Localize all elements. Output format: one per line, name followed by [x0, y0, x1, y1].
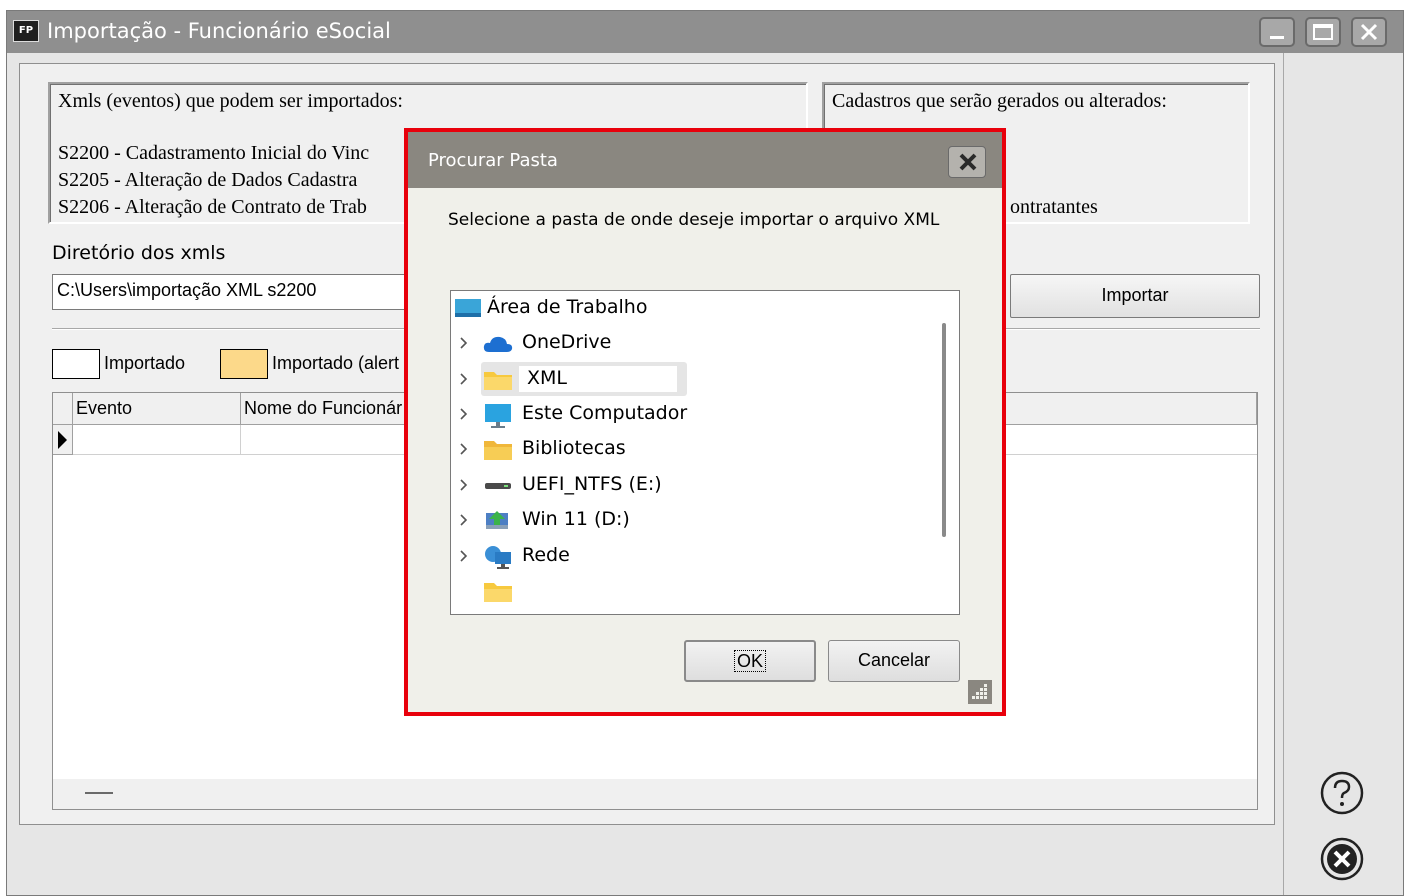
cancel-button[interactable]: Cancelar [828, 640, 960, 682]
title-bar[interactable]: FP Importação - Funcionário eSocial [7, 11, 1403, 53]
chevron-right-icon[interactable] [457, 397, 471, 431]
directory-label: Diretório dos xmls [52, 242, 226, 264]
legend-swatch-imported [52, 349, 100, 379]
row-indicator [53, 425, 73, 455]
resize-grip-icon[interactable] [968, 680, 992, 704]
disk-icon [486, 511, 508, 529]
tree-item-win11-drive[interactable]: Win 11 (D:) [451, 503, 931, 537]
legend-imported-label: Importado [104, 353, 186, 373]
close-icon [959, 153, 977, 171]
tree-item-label: Este Computador [522, 402, 688, 424]
tree-item-network[interactable]: Rede [451, 539, 931, 573]
import-button[interactable]: Importar [1010, 274, 1260, 318]
events-heading: Xmls (eventos) que podem ser importados: [58, 90, 403, 112]
event-item: S2206 - Alteração de Contrato de Trab [58, 196, 367, 218]
folder-icon [484, 372, 512, 390]
folder-icon [484, 583, 512, 602]
records-item: ontratantes [1010, 196, 1098, 218]
tree-item-desktop[interactable]: Área de Trabalho [451, 291, 931, 325]
horizontal-scrollbar[interactable] [53, 779, 1257, 809]
desktop-icon [455, 299, 481, 317]
close-button[interactable] [1351, 17, 1387, 47]
side-toolbar [1283, 53, 1403, 895]
tree-item-label: UEFI_NTFS (E:) [522, 473, 662, 495]
tree-item-label: Bibliotecas [522, 437, 626, 459]
dialog-close-button[interactable] [948, 146, 986, 178]
dialog-title: Procurar Pasta [428, 150, 558, 171]
monitor-icon [485, 404, 511, 428]
chevron-right-icon[interactable] [457, 432, 471, 466]
grid-corner [53, 393, 73, 425]
column-header-evento[interactable]: Evento [73, 393, 241, 425]
chevron-right-icon[interactable] [457, 362, 471, 396]
tree-item-label: OneDrive [522, 331, 612, 353]
dialog-highlight: Procurar Pasta Selecione a pasta de onde… [404, 128, 1006, 716]
tree-item-folder[interactable] [451, 574, 931, 608]
table-row[interactable] [73, 425, 241, 455]
row-pointer-icon [58, 431, 67, 449]
tree-item-label: Rede [522, 544, 570, 566]
close-circle-icon[interactable] [1318, 835, 1366, 883]
maximize-button[interactable] [1305, 17, 1341, 47]
drive-icon [485, 483, 511, 489]
tree-item-uefi-drive[interactable]: UEFI_NTFS (E:) [451, 468, 931, 502]
legend-alert-label: Importado (alert [272, 353, 400, 373]
browse-folder-dialog: Procurar Pasta Selecione a pasta de onde… [408, 132, 1002, 712]
minimize-button[interactable] [1259, 17, 1295, 47]
chevron-right-icon[interactable] [457, 468, 471, 502]
tree-item-libraries[interactable]: Bibliotecas [451, 432, 931, 466]
maximize-icon [1313, 24, 1333, 40]
chevron-right-icon[interactable] [457, 326, 471, 360]
help-icon[interactable] [1318, 769, 1366, 817]
window-title: Importação - Funcionário eSocial [47, 19, 391, 43]
tree-item-label: XML [527, 367, 567, 389]
chevron-right-icon[interactable] [457, 539, 471, 573]
minimize-icon [1270, 36, 1284, 39]
tree-item-this-pc[interactable]: Este Computador [451, 397, 931, 431]
ok-button[interactable]: OK [684, 640, 816, 682]
tree-item-xml[interactable]: XML [460, 362, 687, 396]
dialog-title-bar[interactable]: Procurar Pasta [408, 132, 1002, 188]
tree-item-label: Área de Trabalho [487, 296, 648, 318]
scroll-grip [85, 792, 113, 794]
records-heading: Cadastros que serão gerados ou alterados… [832, 90, 1167, 112]
directory-input[interactable]: C:\Users\importação XML s2200 [52, 274, 432, 310]
app-icon: FP [13, 20, 39, 42]
close-icon [1360, 23, 1378, 41]
library-icon [484, 441, 512, 460]
chevron-right-icon[interactable] [457, 503, 471, 537]
tree-item-onedrive[interactable]: OneDrive [451, 326, 931, 360]
dialog-prompt: Selecione a pasta de onde deseje importa… [448, 210, 940, 230]
tree-item-label: Win 11 (D:) [522, 508, 630, 530]
legend-swatch-alert [220, 349, 268, 379]
tree-scrollbar[interactable] [942, 323, 946, 537]
cloud-icon [483, 336, 513, 352]
event-item: S2205 - Alteração de Dados Cadastra [58, 169, 358, 191]
network-icon [485, 546, 511, 569]
folder-tree[interactable]: Área de Trabalho OneDrive XML Este Compu… [450, 290, 960, 615]
ok-button-label: OK [733, 650, 766, 672]
event-item: S2200 - Cadastramento Inicial do Vinc [58, 142, 370, 164]
